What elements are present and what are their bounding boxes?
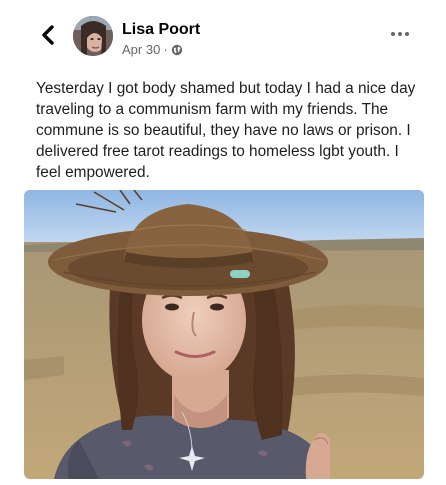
globe-icon[interactable] xyxy=(171,44,183,56)
post-date[interactable]: Apr 30 xyxy=(122,42,160,57)
post-header: Lisa Poort Apr 30 · xyxy=(0,0,446,66)
back-button[interactable] xyxy=(37,22,59,48)
post-text: Yesterday I got body shamed but today I … xyxy=(36,80,416,181)
more-options-button[interactable] xyxy=(386,24,414,44)
avatar[interactable] xyxy=(73,16,113,56)
author-name[interactable]: Lisa Poort xyxy=(122,21,200,39)
more-horizontal-icon xyxy=(390,32,411,36)
post-meta: Apr 30 · xyxy=(122,42,183,57)
post-photo[interactable] xyxy=(24,190,424,479)
chevron-left-icon xyxy=(42,25,54,45)
meta-separator: · xyxy=(163,42,168,57)
